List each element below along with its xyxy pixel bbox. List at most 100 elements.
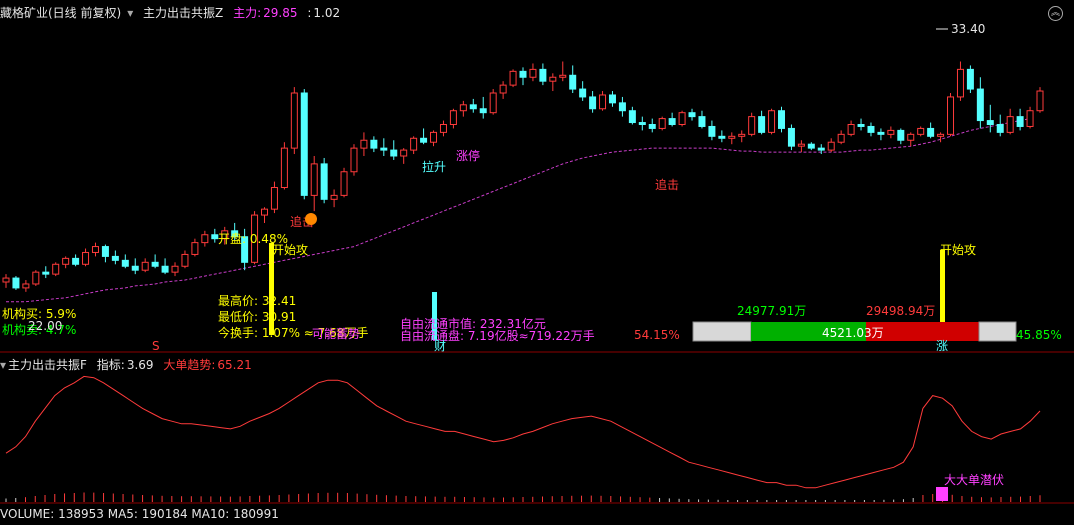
- candle-body: [857, 124, 865, 127]
- candle-body: [937, 133, 945, 137]
- candle: [439, 120, 447, 137]
- ma-line: [6, 118, 1031, 303]
- candle: [907, 132, 915, 147]
- candle-body: [778, 110, 785, 129]
- candle-body: [758, 116, 766, 133]
- candle: [181, 250, 189, 269]
- candle: [499, 81, 507, 99]
- candle: [350, 144, 358, 176]
- candle: [688, 108, 696, 121]
- candle: [72, 254, 80, 267]
- candle-body: [1026, 110, 1034, 127]
- candle-body: [340, 171, 348, 196]
- candle-body: [509, 70, 517, 86]
- candle-body: [211, 234, 219, 240]
- candle-body: [121, 259, 129, 267]
- candle-body: [459, 104, 467, 112]
- candle-body: [290, 92, 298, 149]
- candle-body: [62, 257, 70, 265]
- candle: [82, 248, 90, 267]
- candle: [151, 254, 159, 269]
- candle-body: [261, 208, 268, 216]
- candle-body: [529, 68, 537, 78]
- candle-body: [12, 277, 20, 289]
- candle-body: [688, 112, 696, 118]
- candle: [986, 104, 994, 133]
- candle-body: [887, 129, 895, 135]
- chart-canvas[interactable]: 33.40 开盘: 0.48% 开始攻 开始攻 最高价: 32.41 最低价: …: [0, 0, 1074, 517]
- candle: [1016, 108, 1024, 131]
- candle-body: [350, 147, 358, 173]
- candle-body: [996, 124, 1004, 133]
- candle: [121, 254, 129, 269]
- high-price-label: 33.40: [951, 22, 985, 36]
- candle: [787, 124, 795, 151]
- candle-body: [638, 122, 646, 125]
- candle: [797, 140, 805, 153]
- candle: [937, 132, 945, 143]
- candle-body: [181, 253, 189, 267]
- candle: [519, 67, 527, 86]
- candle: [1036, 87, 1044, 113]
- candle: [837, 130, 845, 145]
- start-attack-label-1: 开始攻: [272, 243, 308, 257]
- big-order-trend-line: [5, 375, 1041, 489]
- candle-body: [22, 283, 30, 289]
- candle-body: [1006, 116, 1014, 133]
- candle: [668, 112, 676, 127]
- candle: [12, 276, 20, 290]
- candle-body: [618, 102, 626, 112]
- candle-body: [976, 88, 984, 122]
- candle: [171, 262, 179, 277]
- candle-body: [141, 261, 149, 271]
- candle-body: [2, 277, 10, 283]
- candle-body: [1016, 116, 1024, 127]
- candle-body: [559, 74, 567, 78]
- candle-body: [807, 143, 815, 149]
- candle: [728, 132, 736, 145]
- candle-body: [370, 139, 378, 149]
- accumulate-label: 可能蓄势: [312, 327, 360, 341]
- candle: [191, 238, 199, 257]
- candle-body: [966, 68, 974, 90]
- candle: [261, 207, 268, 223]
- candle: [768, 108, 776, 135]
- signal-bar-2: [940, 250, 945, 322]
- candle-body: [101, 246, 109, 257]
- candle-body: [201, 234, 209, 244]
- candle: [449, 108, 457, 129]
- candle-body: [787, 127, 795, 147]
- candle: [479, 96, 487, 119]
- candle: [52, 262, 60, 277]
- candle-body: [330, 194, 338, 200]
- candle: [141, 258, 149, 273]
- candle-body: [569, 74, 577, 90]
- candle: [887, 126, 895, 139]
- candle-body: [817, 147, 825, 151]
- candle-body: [479, 108, 487, 114]
- candle: [996, 114, 1004, 137]
- candle: [161, 258, 169, 275]
- price-22-label: 22.00: [28, 319, 62, 333]
- candle: [857, 118, 865, 131]
- candle-body: [111, 255, 119, 261]
- candle: [608, 91, 616, 107]
- candle-body: [151, 261, 159, 267]
- candle: [420, 128, 428, 145]
- candle: [370, 136, 378, 153]
- candle: [111, 250, 119, 265]
- candle-body: [131, 265, 139, 271]
- candle-body: [410, 137, 418, 151]
- big-order-hidden-label: 大大单潜伏: [944, 473, 1004, 487]
- candle: [539, 63, 547, 86]
- chase-label-2: 追击: [655, 177, 679, 192]
- candle-body: [539, 68, 547, 82]
- candle: [569, 65, 577, 93]
- candle-body: [768, 110, 776, 133]
- candle: [648, 118, 656, 133]
- candle: [638, 116, 646, 131]
- candle: [897, 128, 905, 145]
- candle: [340, 167, 348, 198]
- candle-body: [400, 149, 408, 157]
- candle: [459, 100, 467, 117]
